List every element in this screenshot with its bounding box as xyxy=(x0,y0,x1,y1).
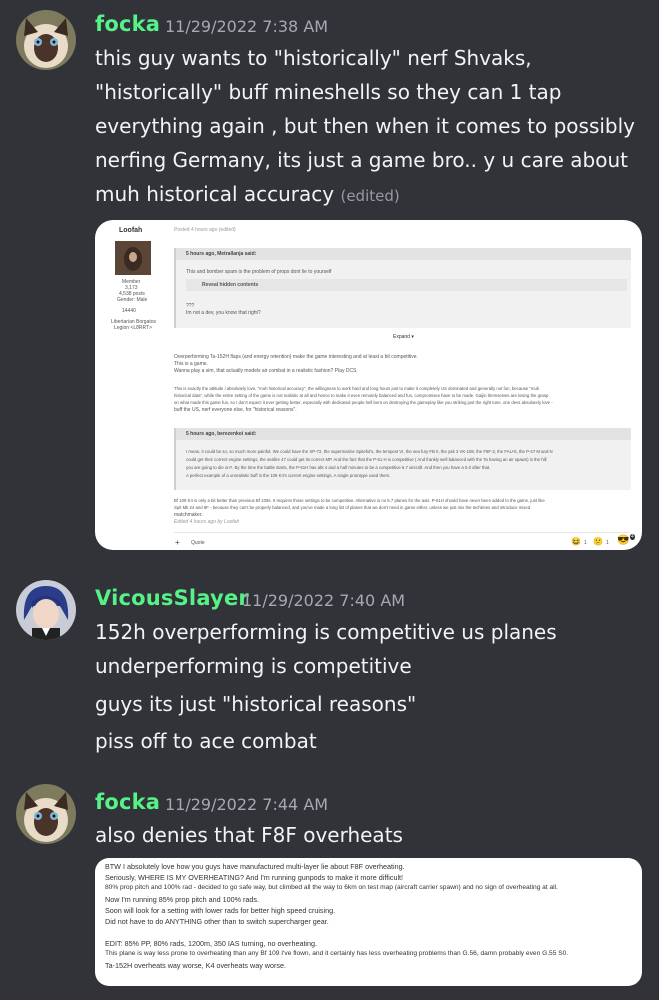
reaction-count: 1 xyxy=(584,540,587,546)
cat-avatar-icon xyxy=(16,784,76,844)
forum-screenshot-image[interactable]: Loofah Member 3,173 4,538 posts Gender: … xyxy=(95,220,642,550)
embed-text: Soon will look for a setting with lower … xyxy=(105,906,336,915)
reaction-cool-icon[interactable]: 😎 xyxy=(617,535,629,546)
embed-text: This plane is way less prone to overheat… xyxy=(105,950,569,957)
hooded-figure-icon xyxy=(124,247,142,271)
message-line: underperforming is competitive xyxy=(95,654,412,678)
post-text: This is exactly the attitude i absolutel… xyxy=(174,386,540,391)
quote-header: 5 hours ago, berezenkoi said: xyxy=(176,428,631,440)
post-text: buff the US, nerf everyone else, for "hi… xyxy=(174,407,297,413)
quote-header: 5 hours ago, Metrallanja said: xyxy=(176,248,631,260)
embed-text: Now I'm running 85% prop pitch and 100% … xyxy=(105,895,259,904)
clan-tag: Legion <L8RRT> xyxy=(114,325,152,331)
message-line: nerfing Germany, its just a game bro.. y… xyxy=(95,148,628,172)
avatar[interactable] xyxy=(16,10,76,70)
message-line: muh historical accuracy (edited) xyxy=(95,182,400,206)
username[interactable]: focka xyxy=(95,790,160,814)
quote-author: 5 hours ago, berezenkoi said: xyxy=(186,431,257,437)
username[interactable]: VicousSlayer xyxy=(95,586,249,610)
gender: Gender: Male xyxy=(117,297,148,303)
author-avatar xyxy=(115,241,151,275)
expand-link[interactable]: Expand ▾ xyxy=(393,334,414,340)
message-line: also denies that F8F overheats xyxy=(95,823,403,847)
message-line: "historically" buff mineshells so they c… xyxy=(95,80,562,104)
post-text: Spit Mk 24 and 8F - because they can't b… xyxy=(174,505,531,510)
avatar[interactable] xyxy=(16,580,76,640)
edited-label: (edited) xyxy=(340,187,400,205)
quote-button[interactable]: Quote xyxy=(191,540,205,546)
quote-block: 5 hours ago, berezenkoi said: I mean, it… xyxy=(174,428,631,490)
embed-text: Seriously, WHERE IS MY OVERHEATING? And … xyxy=(105,873,404,882)
message-line: everything again , but then when it come… xyxy=(95,114,636,138)
avatar[interactable] xyxy=(16,784,76,844)
embed-text: Ta-152H overheats way worse, K4 overheat… xyxy=(105,961,286,970)
message-text: muh historical accuracy xyxy=(95,182,335,206)
message-line: piss off to ace combat xyxy=(95,729,317,753)
post-text: matchmaker. xyxy=(174,512,203,518)
cat-avatar-icon xyxy=(16,10,76,70)
embed-text: BTW I absolutely love how you guys have … xyxy=(105,862,405,871)
quote-text: you are going to die on?. By the time th… xyxy=(186,465,491,470)
post-text: This is a game. xyxy=(174,361,208,367)
embed-text: Did not have to do ANYTHING other than t… xyxy=(105,917,329,926)
author-name: Loofah xyxy=(119,227,143,234)
post-text: Bf 109 K4 is only a bit better than prev… xyxy=(174,498,545,503)
rank: 14440 xyxy=(122,308,136,314)
post-text: Overperforming Ta-152H flaps (and energy… xyxy=(174,354,418,360)
post-text: Wanna play a sim, that actually models a… xyxy=(174,368,358,374)
quote-block: 5 hours ago, Metrallanja said: This and … xyxy=(174,248,631,328)
forum-text-screenshot-image[interactable]: BTW I absolutely love how you guys have … xyxy=(95,858,642,986)
post-text: on what made this game fun, so I don't e… xyxy=(174,400,553,405)
quote-text: I mean, it could be so, so much more pai… xyxy=(186,449,553,454)
quote-text: ??? xyxy=(186,303,195,309)
anime-avatar-icon xyxy=(16,580,76,640)
embed-text: EDIT: 85% PP, 80% rads, 1200m, 350 IAS t… xyxy=(105,939,318,948)
timestamp: 11/29/2022 7:40 AM xyxy=(242,591,406,610)
message-line: guys its just "historical reasons" xyxy=(95,692,417,716)
message-line: 152h overperforming is competitive us pl… xyxy=(95,620,557,644)
username[interactable]: focka xyxy=(95,12,160,36)
quote-author: 5 hours ago, Metrallanja said: xyxy=(186,251,257,257)
add-icon[interactable]: + xyxy=(175,538,180,547)
quote-text: This and bomber spam is the problem of p… xyxy=(186,269,332,275)
reaction-count: 4 xyxy=(630,534,635,540)
quote-text: A perfect example of a unrealistic buff … xyxy=(186,473,391,478)
quote-text: Im not a dev, you know that right? xyxy=(186,310,261,316)
timestamp: 11/29/2022 7:38 AM xyxy=(165,17,329,36)
timestamp: 11/29/2022 7:44 AM xyxy=(165,795,329,814)
embed-text: 80% prop pitch and 100% rad - decided to… xyxy=(105,884,558,891)
reaction-haha-icon[interactable]: 😆 xyxy=(571,537,581,546)
post-footer xyxy=(174,532,629,533)
reveal-label: Reveal hidden contents xyxy=(202,282,259,288)
message-line: this guy wants to "historically" nerf Sh… xyxy=(95,46,532,70)
reveal-hidden-button[interactable]: Reveal hidden contents xyxy=(186,279,627,291)
reaction-count: 1 xyxy=(606,540,609,546)
forum-author-panel: Loofah Member 3,173 4,538 posts Gender: … xyxy=(95,220,173,550)
reaction-sad-icon[interactable]: 😕 xyxy=(593,537,603,546)
post-date: Posted 4 hours ago (edited) xyxy=(174,227,236,233)
edited-note: Edited 4 hours ago by Loofah xyxy=(174,519,240,525)
post-text: historical data", while the entire setti… xyxy=(174,393,549,398)
quote-text: could get their correct engine settings,… xyxy=(186,457,547,462)
